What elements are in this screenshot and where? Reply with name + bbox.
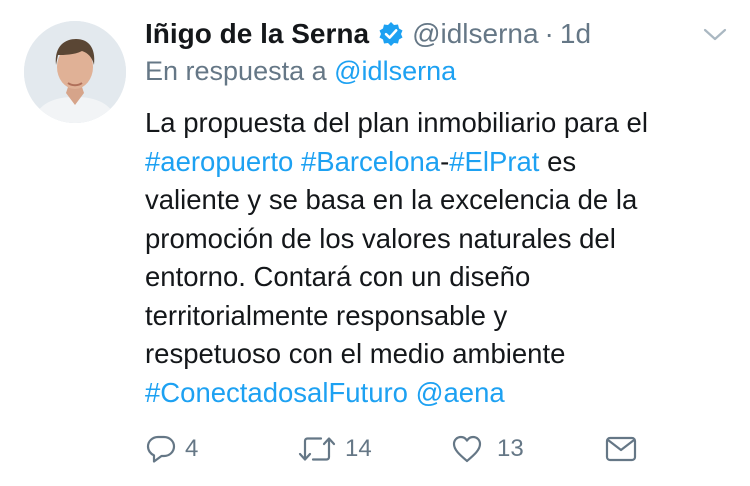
reply-count: 4 bbox=[185, 435, 199, 462]
reply-context: En respuesta a @idlserna bbox=[145, 56, 456, 87]
tweet-line: valiente y se basa en la excelencia de l… bbox=[145, 184, 638, 215]
chevron-down-icon[interactable] bbox=[700, 22, 730, 48]
hashtag-link[interactable]: #ConectadosalFuturo bbox=[145, 377, 408, 408]
tweet-line: promoción de los valores naturales del bbox=[145, 222, 616, 254]
timestamp[interactable]: 1d bbox=[560, 18, 591, 50]
reply-button[interactable]: 4 bbox=[145, 433, 198, 465]
verified-badge-icon bbox=[378, 21, 404, 47]
tweet-line: #ConectadosalFuturo @aena bbox=[145, 374, 735, 413]
tweet-text-fragment: es bbox=[547, 145, 577, 177]
like-button[interactable]: 13 bbox=[451, 433, 524, 465]
retweet-count: 14 bbox=[345, 435, 372, 462]
action-bar: 4 14 13 bbox=[0, 433, 750, 469]
tweet-line: #aeropuerto #Barcelona-#ElPrat es bbox=[145, 143, 735, 182]
retweet-button[interactable]: 14 bbox=[297, 433, 372, 465]
retweet-icon bbox=[297, 433, 337, 465]
reply-prefix: En respuesta a bbox=[145, 56, 327, 86]
author-name[interactable]: Iñigo de la Serna bbox=[145, 18, 369, 50]
heart-icon bbox=[451, 433, 483, 465]
tweet-line: entorno. Contará con un diseño bbox=[145, 261, 531, 292]
hashtag-link[interactable]: #aeropuerto bbox=[145, 146, 293, 177]
reply-mention[interactable]: @idlserna bbox=[334, 56, 456, 86]
tweet-line: territorialmente responsable y bbox=[145, 299, 508, 331]
direct-message-button[interactable] bbox=[604, 433, 638, 465]
hashtag-link[interactable]: #Barcelona bbox=[301, 146, 440, 177]
tweet-header: Iñigo de la Serna @idlserna · 1d bbox=[145, 14, 591, 54]
like-count: 13 bbox=[497, 435, 524, 462]
reply-icon bbox=[145, 433, 177, 465]
envelope-icon bbox=[604, 433, 638, 465]
hashtag-link[interactable]: #ElPrat bbox=[449, 146, 539, 177]
mention-link[interactable]: @aena bbox=[416, 377, 505, 408]
author-handle[interactable]: @idlserna bbox=[412, 18, 538, 50]
separator-dot: · bbox=[544, 18, 554, 49]
tweet-text: La propuesta del plan inmobiliario para … bbox=[145, 104, 735, 412]
dash-text: - bbox=[440, 145, 450, 177]
tweet: Iñigo de la Serna @idlserna · 1d En resp… bbox=[0, 0, 750, 486]
tweet-line: La propuesta del plan inmobiliario para … bbox=[145, 107, 648, 138]
tweet-line: respetuoso con el medio ambiente bbox=[145, 338, 566, 369]
avatar[interactable] bbox=[24, 21, 126, 123]
